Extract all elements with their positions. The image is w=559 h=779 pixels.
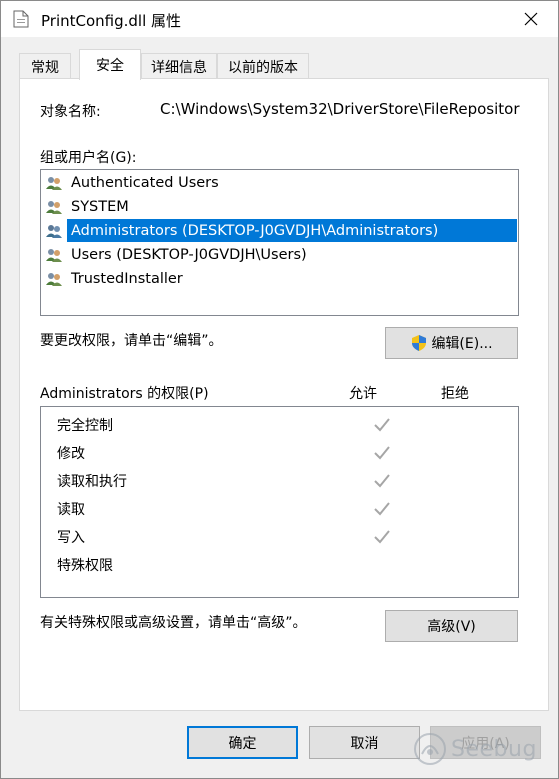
tab-label: 详细信息 — [151, 59, 207, 76]
users-icon — [46, 225, 62, 238]
tab-label: 以前的版本 — [228, 59, 298, 76]
tab-general[interactable]: 常规 — [19, 53, 71, 79]
change-permissions-hint: 要更改权限，请单击“编辑”。 — [40, 333, 223, 349]
close-icon — [524, 12, 538, 26]
list-item[interactable]: SYSTEM — [45, 196, 131, 218]
permission-name: 读取和执行 — [57, 474, 127, 490]
permission-name: 修改 — [57, 446, 85, 462]
edit-button-label: 编辑(E)... — [431, 336, 493, 352]
list-item-label: Administrators (DESKTOP-J0GVDJH\Administ… — [69, 222, 441, 240]
list-item-selected[interactable]: Administrators (DESKTOP-J0GVDJH\Administ… — [45, 220, 518, 242]
list-item-label: SYSTEM — [71, 199, 129, 215]
permission-name: 读取 — [57, 502, 85, 518]
title-bar: PrintConfig.dll 属性 — [1, 1, 558, 37]
list-item-label: TrustedInstaller — [71, 271, 183, 287]
users-icon — [46, 273, 62, 286]
window-title: PrintConfig.dll 属性 — [41, 12, 182, 30]
permission-row: 读取和执行 — [57, 469, 517, 493]
cancel-button-label: 取消 — [350, 735, 379, 752]
deny-column-header: 拒绝 — [441, 386, 469, 402]
check-icon — [374, 530, 390, 544]
permission-name: 特殊权限 — [57, 558, 113, 574]
object-name-value[interactable]: C:\Windows\System32\DriverStore\FileRepo… — [160, 100, 520, 118]
allow-column-header: 允许 — [349, 386, 377, 402]
list-item[interactable]: TrustedInstaller — [45, 268, 185, 290]
list-item-label: Users (DESKTOP-J0GVDJH\Users) — [71, 247, 307, 263]
users-icon — [46, 177, 62, 190]
ok-button-label: 确定 — [228, 735, 257, 752]
list-item[interactable]: Users (DESKTOP-J0GVDJH\Users) — [45, 244, 309, 266]
check-icon — [374, 418, 390, 432]
permissions-list[interactable]: 完全控制 修改 读取和执行 读取 写入 特殊权限 — [40, 406, 519, 598]
permissions-title: Administrators 的权限(P) — [40, 386, 209, 402]
close-button[interactable] — [514, 4, 548, 34]
object-name-label: 对象名称: — [40, 104, 101, 120]
watermark: Seebug — [413, 729, 537, 769]
groups-label: 组或用户名(G): — [40, 150, 137, 166]
advanced-hint: 有关特殊权限或高级设置，请单击“高级”。 — [40, 615, 307, 631]
tab-previous-versions[interactable]: 以前的版本 — [217, 53, 309, 79]
users-icon — [46, 201, 62, 214]
advanced-button-label: 高级(V) — [427, 619, 476, 635]
tab-details[interactable]: 详细信息 — [141, 53, 217, 79]
shield-icon — [412, 335, 427, 351]
edit-button[interactable]: 编辑(E)... — [385, 327, 518, 359]
tab-security[interactable]: 安全 — [79, 49, 141, 80]
permission-row: 修改 — [57, 441, 517, 465]
group-user-list[interactable]: Authenticated Users SYSTEM Administrator… — [40, 169, 519, 316]
permission-row: 完全控制 — [57, 413, 517, 437]
check-icon — [374, 502, 390, 516]
users-icon — [46, 249, 62, 262]
permission-name: 完全控制 — [57, 418, 113, 434]
permission-row: 写入 — [57, 525, 517, 549]
seebug-logo-icon — [414, 733, 446, 765]
list-item-label: Authenticated Users — [71, 175, 219, 191]
file-icon — [13, 10, 29, 28]
list-item[interactable]: Authenticated Users — [45, 172, 221, 194]
cancel-button[interactable]: 取消 — [309, 726, 420, 759]
permission-name: 写入 — [57, 530, 85, 546]
advanced-button[interactable]: 高级(V) — [385, 610, 518, 642]
check-icon — [374, 446, 390, 460]
tab-label: 常规 — [31, 59, 59, 76]
watermark-text: Seebug — [451, 736, 537, 762]
ok-button[interactable]: 确定 — [187, 726, 298, 759]
permission-row: 读取 — [57, 497, 517, 521]
permission-row: 特殊权限 — [57, 553, 517, 577]
check-icon — [374, 474, 390, 488]
tab-label: 安全 — [96, 58, 124, 74]
